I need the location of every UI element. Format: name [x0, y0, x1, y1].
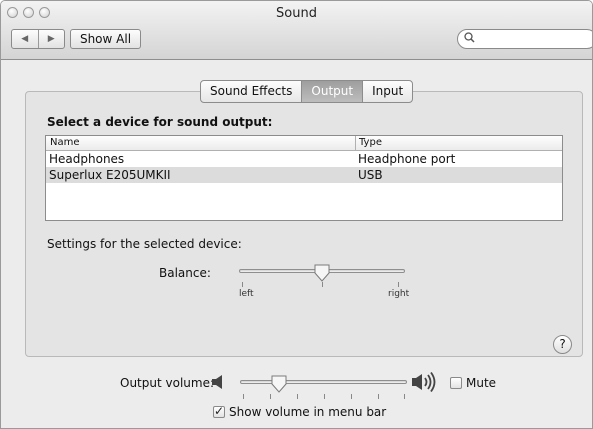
output-panel [25, 91, 583, 357]
volume-tick [378, 394, 379, 399]
table-row-selected[interactable]: Superlux E205UMKII USB [46, 167, 562, 183]
tab-output[interactable]: Output [302, 81, 364, 102]
device-type: Headphone port [358, 152, 456, 166]
balance-tick [398, 282, 399, 287]
balance-tick [322, 282, 323, 287]
help-button[interactable]: ? [553, 335, 572, 354]
table-row[interactable]: Headphones Headphone port [46, 151, 562, 167]
tab-bar: Sound Effects Output Input [200, 80, 414, 103]
tab-input[interactable]: Input [363, 81, 412, 102]
window-title: Sound [276, 6, 317, 21]
device-name: Superlux E205UMKII [49, 168, 171, 182]
show-volume-label: Show volume in menu bar [229, 405, 387, 419]
volume-slider-knob[interactable] [271, 375, 287, 393]
volume-tick [270, 394, 271, 399]
tab-sound-effects[interactable]: Sound Effects [201, 81, 303, 102]
table-header: Name Type [46, 136, 562, 151]
volume-tick [324, 394, 325, 399]
device-type: USB [358, 168, 383, 182]
volume-tick [351, 394, 352, 399]
volume-slider-track[interactable] [240, 380, 407, 384]
search-field[interactable] [457, 29, 592, 49]
output-volume-label: Output volume: [120, 376, 214, 390]
mute-label: Mute [466, 376, 497, 390]
balance-right-label: right [388, 289, 410, 299]
balance-tick [242, 282, 243, 287]
output-device-table[interactable]: Name Type Headphones Headphone port Supe… [45, 135, 563, 221]
volume-tick [404, 394, 405, 399]
back-forward-buttons: ◀ ▶ [11, 29, 65, 49]
back-icon[interactable]: ◀ [12, 30, 39, 48]
device-settings-label: Settings for the selected device: [47, 237, 242, 251]
titlebar: Sound ◀ ▶ Show All [1, 1, 592, 60]
show-all-button[interactable]: Show All [70, 29, 141, 49]
search-icon [464, 32, 475, 46]
sound-preferences-window: Sound ◀ ▶ Show All Sound Effects Output … [0, 0, 593, 429]
speaker-low-icon [212, 375, 222, 389]
show-volume-checkbox[interactable]: ✓ [213, 404, 225, 418]
balance-left-label: left [239, 289, 254, 299]
checkmark-icon: ✓ [214, 404, 225, 418]
column-header-name[interactable]: Name [50, 137, 80, 148]
device-name: Headphones [49, 152, 125, 166]
column-divider [355, 136, 356, 150]
volume-tick [297, 394, 298, 399]
column-header-type[interactable]: Type [359, 137, 382, 148]
balance-slider-knob[interactable] [314, 264, 330, 282]
device-list-heading: Select a device for sound output: [47, 115, 273, 129]
speaker-high-icon [412, 372, 436, 392]
balance-label: Balance: [159, 266, 211, 280]
volume-tick [243, 394, 244, 399]
mute-checkbox[interactable] [450, 377, 462, 389]
forward-icon[interactable]: ▶ [39, 30, 65, 48]
